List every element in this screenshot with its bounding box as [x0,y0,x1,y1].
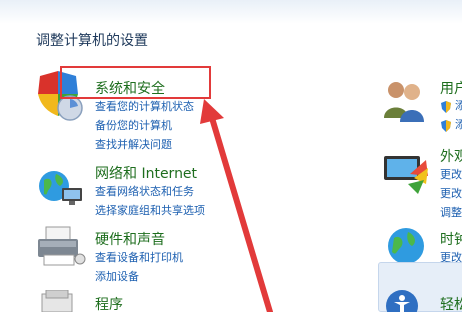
annotation-arrow [200,99,273,312]
